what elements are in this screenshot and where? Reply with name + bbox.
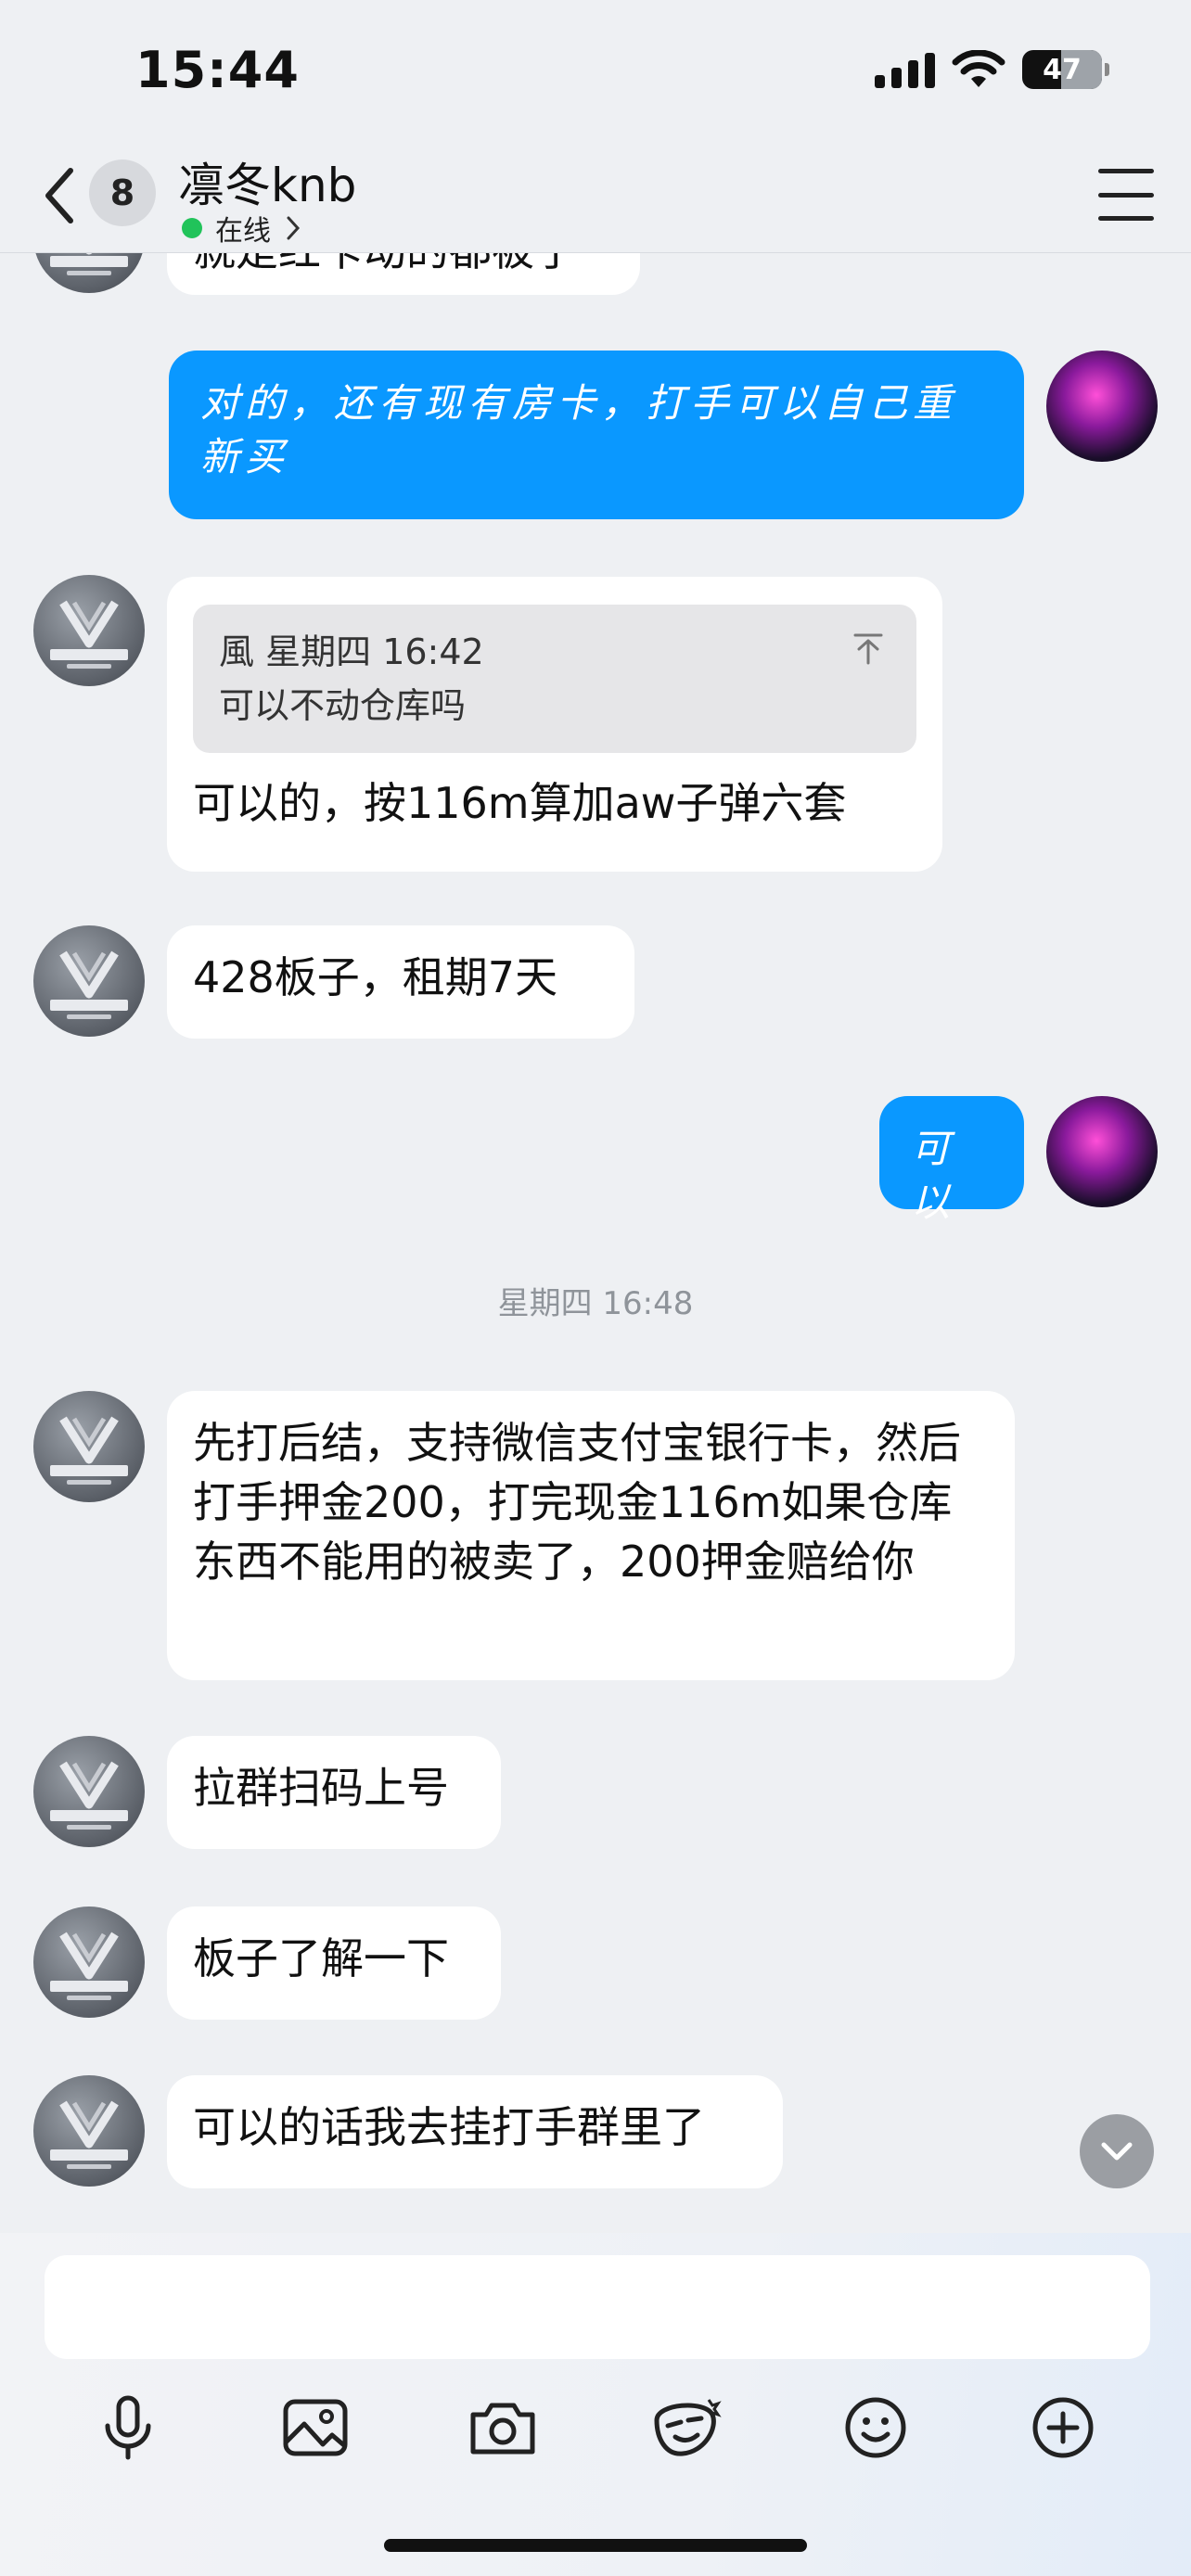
message-bubble[interactable]: 風 星期四 16:42 可以不动仓库吗 可以的，按116m算加aw子弹六套 xyxy=(167,577,942,872)
camera-icon xyxy=(470,2403,535,2455)
menu-line xyxy=(1098,216,1154,221)
composer-toolbar xyxy=(0,2381,1191,2474)
battery-icon: 47 xyxy=(1022,50,1109,89)
message-bubble[interactable]: 板子了解一下 xyxy=(167,1906,501,2020)
chat-header: 8 凛冬knb 在线 xyxy=(0,139,1191,253)
message-text: 可以的，按116m算加aw子弹六套 xyxy=(193,778,847,828)
sticker-button[interactable] xyxy=(640,2381,733,2474)
club-logo-icon xyxy=(50,1932,128,2000)
message-bubble[interactable]: 拉群扫码上号 xyxy=(167,1736,501,1849)
message-bubble[interactable]: 可以 xyxy=(879,1096,1024,1225)
message-bubble[interactable]: 先打后结，支持微信支付宝银行卡，然后打手押金200，打完现金116m如果仓库东西… xyxy=(167,1391,1015,1680)
camera-button[interactable] xyxy=(456,2381,549,2474)
more-button[interactable] xyxy=(1017,2381,1109,2474)
message-input[interactable] xyxy=(45,2255,1150,2359)
quote-sender: 風 xyxy=(219,631,255,672)
cellular-signal-icon xyxy=(875,51,935,88)
composer xyxy=(0,2233,1191,2576)
quote-text: 可以不动仓库吗 xyxy=(219,685,467,726)
status-bar: 15:44 47 xyxy=(0,0,1191,139)
menu-button[interactable] xyxy=(1098,169,1154,221)
home-indicator xyxy=(384,2539,807,2552)
avatar[interactable] xyxy=(33,925,145,1037)
image-icon xyxy=(283,2399,348,2456)
avatar[interactable] xyxy=(33,1736,145,1847)
menu-line xyxy=(1098,169,1154,173)
presence-status[interactable]: 在线 xyxy=(182,208,302,249)
battery-level: 47 xyxy=(1043,53,1082,86)
status-time: 15:44 xyxy=(135,41,300,99)
online-dot-icon xyxy=(182,218,202,238)
wifi-icon xyxy=(952,50,1005,87)
unread-count-badge[interactable]: 8 xyxy=(89,159,156,226)
message-text: 可以的话我去挂打手群里了 xyxy=(193,2102,705,2152)
status-icons: 47 xyxy=(875,46,1109,93)
message-bubble[interactable]: 428板子，租期7天 xyxy=(167,925,634,1039)
chat-title[interactable]: 凛冬knb xyxy=(178,148,356,215)
photo-button[interactable] xyxy=(269,2381,362,2474)
avatar[interactable] xyxy=(33,575,145,686)
message-bubble[interactable]: 对的，还有现有房卡，打手可以自己重新买 xyxy=(169,351,1024,519)
club-logo-icon xyxy=(50,1761,128,1830)
avatar[interactable] xyxy=(1046,1096,1158,1207)
jump-to-top-icon[interactable] xyxy=(852,632,885,666)
quote-time: 星期四 16:42 xyxy=(265,631,484,672)
message-text: 板子了解一下 xyxy=(193,1933,449,1983)
quoted-message[interactable]: 風 星期四 16:42 可以不动仓库吗 xyxy=(193,605,916,753)
avatar[interactable] xyxy=(33,1906,145,2018)
emoji-button[interactable] xyxy=(829,2381,922,2474)
avatar[interactable] xyxy=(1046,351,1158,462)
timestamp-divider: 星期四 16:48 xyxy=(497,1285,694,1322)
club-logo-icon xyxy=(50,950,128,1019)
club-logo-icon xyxy=(50,1416,128,1485)
scroll-to-bottom-button[interactable] xyxy=(1080,2114,1154,2188)
chevron-right-icon xyxy=(287,216,301,240)
club-logo-icon xyxy=(50,2100,128,2169)
sticker-icon xyxy=(654,2399,722,2456)
menu-line xyxy=(1098,192,1154,198)
microphone-icon xyxy=(105,2395,151,2460)
avatar[interactable] xyxy=(33,1391,145,1502)
message-text: 428板子，租期7天 xyxy=(193,952,558,1002)
voice-button[interactable] xyxy=(82,2381,174,2474)
emoji-icon xyxy=(845,2397,906,2458)
message-text: 先打后结，支持微信支付宝银行卡，然后打手押金200，打完现金116m如果仓库东西… xyxy=(193,1418,961,1587)
avatar[interactable] xyxy=(33,2075,145,2187)
message-text: 拉群扫码上号 xyxy=(193,1763,449,1813)
message-bubble[interactable]: 可以的话我去挂打手群里了 xyxy=(167,2075,783,2188)
plus-icon xyxy=(1032,2397,1094,2458)
presence-label: 在线 xyxy=(215,215,271,248)
chevron-down-icon xyxy=(1101,2142,1133,2161)
back-chevron-icon[interactable] xyxy=(37,163,83,228)
message-text: 可以 xyxy=(911,1126,956,1225)
message-text: 对的，还有现有房卡，打手可以自己重新买 xyxy=(200,380,958,479)
club-logo-icon xyxy=(50,600,128,669)
